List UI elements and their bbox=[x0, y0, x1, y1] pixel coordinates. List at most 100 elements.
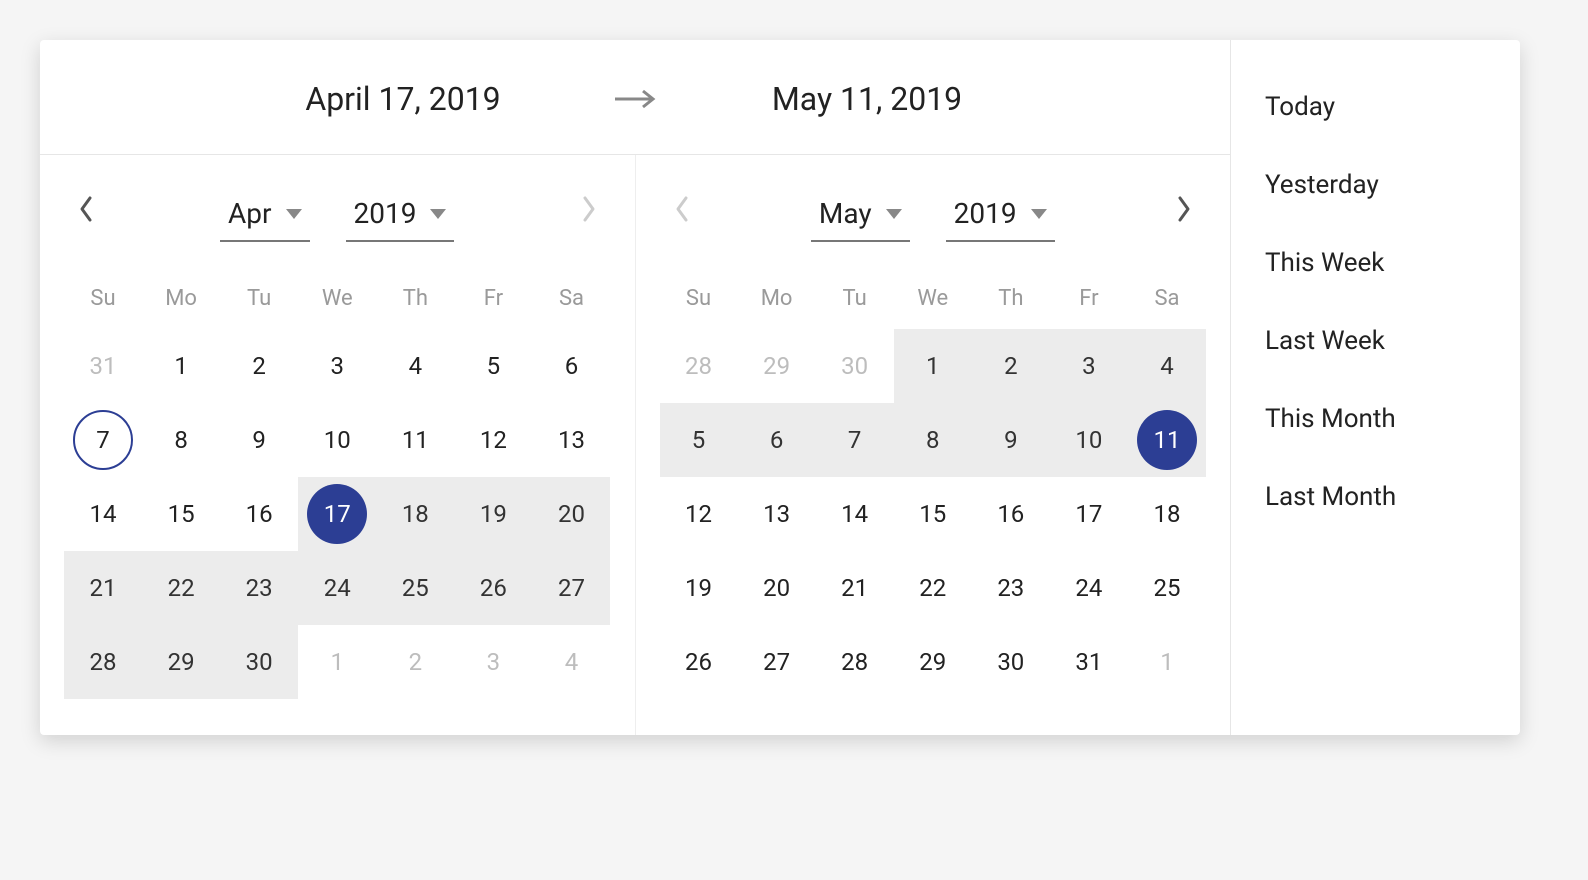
day-cell[interactable]: 7 bbox=[64, 403, 142, 477]
day-cell[interactable]: 30 bbox=[816, 329, 894, 403]
preset-today[interactable]: Today bbox=[1231, 68, 1520, 146]
day-cell[interactable]: 23 bbox=[220, 551, 298, 625]
day-cell[interactable]: 29 bbox=[894, 625, 972, 699]
day-cell[interactable]: 18 bbox=[376, 477, 454, 551]
day-cell[interactable]: 9 bbox=[220, 403, 298, 477]
day-cell[interactable]: 20 bbox=[532, 477, 610, 551]
day-cell[interactable]: 15 bbox=[142, 477, 220, 551]
day-cell[interactable]: 28 bbox=[660, 329, 738, 403]
day-cell[interactable]: 22 bbox=[894, 551, 972, 625]
day-cell[interactable]: 16 bbox=[972, 477, 1050, 551]
day-cell[interactable]: 2 bbox=[220, 329, 298, 403]
day-cell[interactable]: 12 bbox=[660, 477, 738, 551]
year-select[interactable]: 2019 bbox=[946, 193, 1055, 242]
selected-day-indicator: 11 bbox=[1137, 410, 1197, 470]
weekday-header: SuMoTuWeThFrSa bbox=[64, 270, 611, 329]
day-cell[interactable]: 4 bbox=[376, 329, 454, 403]
day-cell[interactable]: 17 bbox=[1050, 477, 1128, 551]
day-cell[interactable]: 11 bbox=[376, 403, 454, 477]
day-cell[interactable]: 5 bbox=[660, 403, 738, 477]
selected-day-indicator: 17 bbox=[307, 484, 367, 544]
day-cell[interactable]: 1 bbox=[894, 329, 972, 403]
day-cell[interactable]: 14 bbox=[64, 477, 142, 551]
day-cell[interactable]: 26 bbox=[660, 625, 738, 699]
day-cell[interactable]: 16 bbox=[220, 477, 298, 551]
day-cell[interactable]: 24 bbox=[1050, 551, 1128, 625]
day-cell[interactable]: 22 bbox=[142, 551, 220, 625]
day-cell[interactable]: 19 bbox=[454, 477, 532, 551]
chevron-left-icon bbox=[77, 195, 95, 227]
day-cell[interactable]: 19 bbox=[660, 551, 738, 625]
day-cell[interactable]: 29 bbox=[738, 329, 816, 403]
day-cell[interactable]: 30 bbox=[972, 625, 1050, 699]
day-cell[interactable]: 27 bbox=[532, 551, 610, 625]
day-cell[interactable]: 4 bbox=[1128, 329, 1206, 403]
weekday-header: SuMoTuWeThFrSa bbox=[660, 270, 1207, 329]
day-cell[interactable]: 25 bbox=[376, 551, 454, 625]
day-cell[interactable]: 8 bbox=[142, 403, 220, 477]
day-cell[interactable]: 14 bbox=[816, 477, 894, 551]
chevron-right-icon bbox=[580, 195, 598, 227]
day-cell[interactable]: 12 bbox=[454, 403, 532, 477]
preset-this-week[interactable]: This Week bbox=[1231, 224, 1520, 302]
day-cell[interactable]: 31 bbox=[1050, 625, 1128, 699]
day-cell[interactable]: 11 bbox=[1128, 403, 1206, 477]
prev-month-button bbox=[664, 193, 700, 229]
day-cell[interactable]: 28 bbox=[64, 625, 142, 699]
day-cell[interactable]: 6 bbox=[738, 403, 816, 477]
day-cell[interactable]: 23 bbox=[972, 551, 1050, 625]
day-cell[interactable]: 29 bbox=[142, 625, 220, 699]
preset-this-month[interactable]: This Month bbox=[1231, 380, 1520, 458]
day-cell[interactable]: 2 bbox=[972, 329, 1050, 403]
day-cell[interactable]: 20 bbox=[738, 551, 816, 625]
day-cell[interactable]: 21 bbox=[816, 551, 894, 625]
weekday-label: Mo bbox=[142, 278, 220, 319]
arrow-right-icon bbox=[613, 87, 657, 111]
days-grid: 2829301234567891011121314151617181920212… bbox=[660, 329, 1207, 699]
day-cell[interactable]: 31 bbox=[64, 329, 142, 403]
day-cell[interactable]: 24 bbox=[298, 551, 376, 625]
day-cell[interactable]: 2 bbox=[376, 625, 454, 699]
day-cell[interactable]: 17 bbox=[298, 477, 376, 551]
day-cell[interactable]: 3 bbox=[454, 625, 532, 699]
day-cell[interactable]: 27 bbox=[738, 625, 816, 699]
day-cell[interactable]: 3 bbox=[1050, 329, 1128, 403]
preset-last-week[interactable]: Last Week bbox=[1231, 302, 1520, 380]
day-cell[interactable]: 10 bbox=[1050, 403, 1128, 477]
month-select[interactable]: Apr bbox=[220, 193, 309, 242]
day-cell[interactable]: 21 bbox=[64, 551, 142, 625]
preset-yesterday[interactable]: Yesterday bbox=[1231, 146, 1520, 224]
calendar-main: April 17, 2019 May 11, 2019 Apr2019SuMoT… bbox=[40, 40, 1230, 735]
day-cell[interactable]: 4 bbox=[532, 625, 610, 699]
weekday-label: Fr bbox=[1050, 278, 1128, 319]
month-select[interactable]: May bbox=[811, 193, 910, 242]
day-cell[interactable]: 18 bbox=[1128, 477, 1206, 551]
caret-down-icon bbox=[1031, 209, 1047, 219]
next-month-button[interactable] bbox=[1166, 193, 1202, 229]
day-cell[interactable]: 7 bbox=[816, 403, 894, 477]
day-cell[interactable]: 1 bbox=[142, 329, 220, 403]
chevron-right-icon bbox=[1175, 195, 1193, 227]
day-cell[interactable]: 3 bbox=[298, 329, 376, 403]
day-cell[interactable]: 30 bbox=[220, 625, 298, 699]
presets-panel: TodayYesterdayThis WeekLast WeekThis Mon… bbox=[1230, 40, 1520, 735]
prev-month-button[interactable] bbox=[68, 193, 104, 229]
day-cell[interactable]: 26 bbox=[454, 551, 532, 625]
weekday-label: Tu bbox=[220, 278, 298, 319]
weekday-label: Mo bbox=[738, 278, 816, 319]
day-cell[interactable]: 13 bbox=[532, 403, 610, 477]
day-cell[interactable]: 25 bbox=[1128, 551, 1206, 625]
day-cell[interactable]: 6 bbox=[532, 329, 610, 403]
day-cell[interactable]: 5 bbox=[454, 329, 532, 403]
day-cell[interactable]: 10 bbox=[298, 403, 376, 477]
day-cell[interactable]: 1 bbox=[298, 625, 376, 699]
preset-last-month[interactable]: Last Month bbox=[1231, 458, 1520, 536]
day-cell[interactable]: 15 bbox=[894, 477, 972, 551]
day-cell[interactable]: 9 bbox=[972, 403, 1050, 477]
day-cell[interactable]: 8 bbox=[894, 403, 972, 477]
month-select-label: May bbox=[819, 197, 872, 230]
day-cell[interactable]: 13 bbox=[738, 477, 816, 551]
year-select[interactable]: 2019 bbox=[346, 193, 455, 242]
day-cell[interactable]: 28 bbox=[816, 625, 894, 699]
day-cell[interactable]: 1 bbox=[1128, 625, 1206, 699]
